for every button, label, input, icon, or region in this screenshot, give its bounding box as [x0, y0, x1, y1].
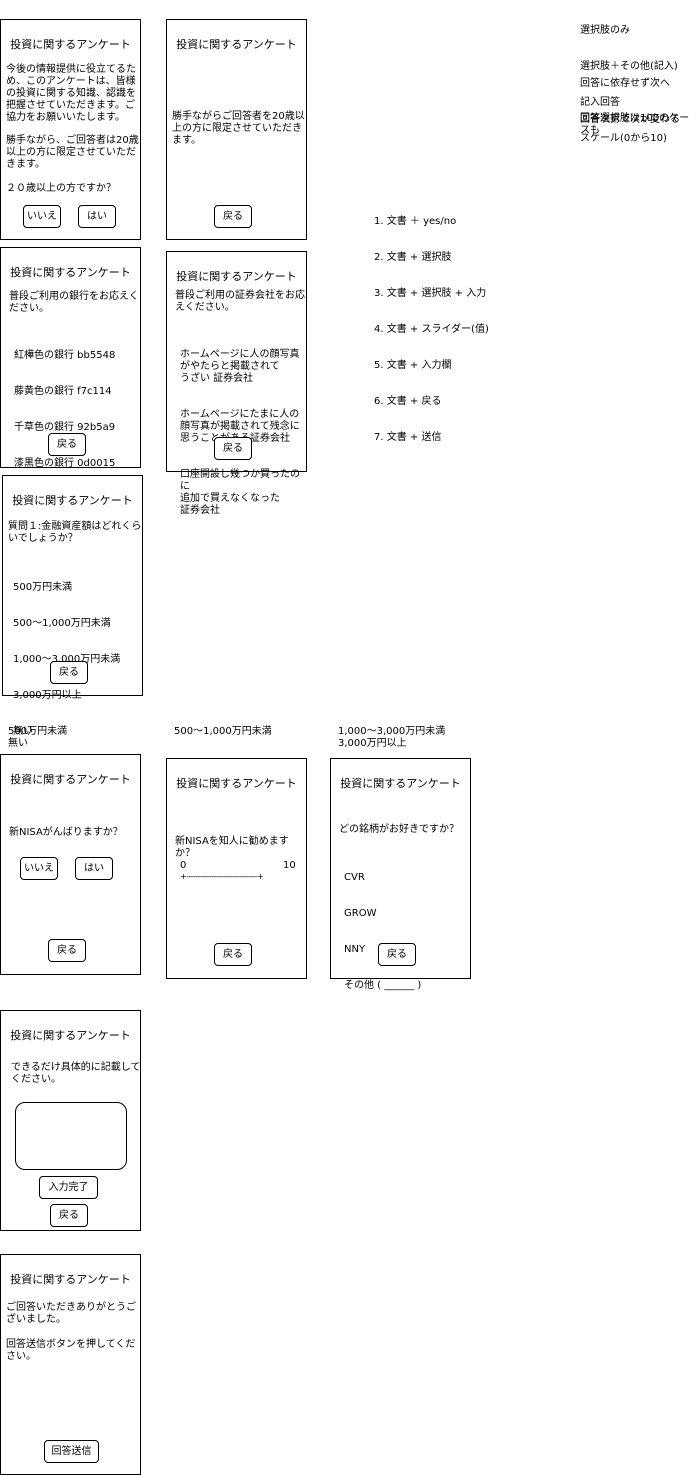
screen-age-check: 投資に関するアンケート 今後の情報提供に役立てるため、このアンケートは、皆様の投…	[0, 19, 141, 240]
pattern-item: 1. 文書 ＋ yes/no	[374, 216, 457, 227]
branch-label-b: 500〜1,000万円未満	[174, 726, 272, 737]
no-button[interactable]: いいえ	[20, 857, 58, 880]
restriction-text: 勝手ながらご回答者を20歳以上の方に限定させていただきます。	[172, 111, 305, 146]
screen-assets-question: 投資に関するアンケート 質問１:金融資産額はどれくらいでしょうか？ 500万円未…	[2, 475, 143, 737]
question-text: どの銘柄がお好きですか？	[339, 824, 459, 835]
legend-note: 回答選択肢は100のケースも	[580, 89, 698, 149]
yes-button[interactable]: はい	[78, 205, 116, 228]
screen-title: 投資に関するアンケート	[10, 1273, 131, 1286]
screen-title: 投資に関するアンケート	[176, 270, 297, 283]
screen-title: 投資に関するアンケート	[10, 38, 131, 51]
screen-stock-select: 投資に関するアンケート どの銘柄がお好きですか？ CVR GROW NNY その…	[330, 758, 471, 991]
option-item-other[interactable]: その他 ( ______ )	[344, 980, 470, 992]
option-item[interactable]: 3,000万円以上	[13, 690, 141, 702]
question-text: 新NISAがんばりますか？	[9, 827, 123, 838]
yes-button[interactable]: はい	[75, 857, 113, 880]
thanks-text: ご回答いただきありがとうございました。	[6, 1302, 136, 1325]
screen-free-text: 投資に関するアンケート できるだけ具体的に記載してください。 入力完了 戻る	[0, 1010, 141, 1231]
screen-age-restricted: 投資に関するアンケート 勝手ながらご回答者を20歳以上の方に限定させていただきま…	[166, 19, 307, 240]
screen-title: 投資に関するアンケート	[10, 266, 131, 279]
legend-item: 回答選択肢は100のケースも	[580, 113, 690, 136]
bank-options: 紅樺色の銀行 bb5548 藤黄色の銀行 f7c114 千草色の銀行 92b5a…	[14, 326, 140, 494]
back-button[interactable]: 戻る	[214, 943, 252, 966]
option-item[interactable]: CVR	[344, 872, 470, 884]
screen-title: 投資に関するアンケート	[10, 1029, 131, 1042]
free-text-input[interactable]	[15, 1102, 127, 1170]
question-text: 質問１:金融資産額はどれくらいでしょうか？	[8, 521, 142, 544]
back-button[interactable]: 戻る	[48, 939, 86, 962]
scale-slider[interactable]: +-------------------------------+	[180, 871, 294, 883]
screen-broker-select: 投資に関するアンケート 普段ご利用の証券会社をお応えください。 ホームページに人…	[166, 251, 307, 516]
back-button[interactable]: 戻る	[48, 433, 86, 456]
option-item[interactable]: 500万円未満	[13, 582, 141, 594]
no-button[interactable]: いいえ	[23, 205, 61, 228]
question-text: 普段ご利用の銀行をお応えください。	[9, 291, 139, 314]
intro-text: 今後の情報提供に役立てるため、このアンケートは、皆様の投資に関する知識、認識を把…	[6, 64, 136, 123]
back-button[interactable]: 戻る	[378, 943, 416, 966]
screen-title: 投資に関するアンケート	[176, 777, 297, 790]
pattern-item: 6. 文書 + 戻る	[374, 396, 442, 407]
screen-bank-select: 投資に関するアンケート 普段ご利用の銀行をお応えください。 紅樺色の銀行 bb5…	[0, 247, 141, 469]
option-item[interactable]: ホームページに人の顔写真 がやたらと掲載されて うざい 証券会社	[180, 349, 308, 385]
branch-label-c: 1,000〜3,000万円未満 3,000万円以上	[338, 726, 446, 749]
stock-options: CVR GROW NNY その他 ( ______ )	[344, 848, 470, 1016]
restriction-text: 勝手ながら、ご回答者は20歳以上の方に限定させていただきます。	[6, 135, 139, 170]
option-item[interactable]: 藤黄色の銀行 f7c114	[14, 386, 140, 398]
question-text: 普段ご利用の証券会社をお応えください。	[175, 290, 305, 313]
option-item[interactable]: 紅樺色の銀行 bb5548	[14, 350, 140, 362]
screen-title: 投資に関するアンケート	[340, 777, 461, 790]
option-item[interactable]: 500〜1,000万円未満	[13, 618, 141, 630]
option-item[interactable]: 漆黒色の銀行 0d0015	[14, 458, 140, 470]
pattern-item: 3. 文書 + 選択肢 + 入力	[374, 288, 487, 299]
back-button[interactable]: 戻る	[214, 437, 252, 460]
screen-title: 投資に関するアンケート	[176, 38, 297, 51]
back-button[interactable]: 戻る	[214, 205, 252, 228]
pattern-item: 7. 文書 + 送信	[374, 432, 442, 443]
pattern-list: 1. 文書 ＋ yes/no 2. 文書 + 選択肢 3. 文書 + 選択肢 +…	[374, 192, 534, 456]
send-answers-button[interactable]: 回答送信	[44, 1440, 99, 1463]
screen-title: 投資に関するアンケート	[12, 494, 133, 507]
legend-item: 選択肢のみ	[580, 25, 630, 36]
pattern-item: 2. 文書 + 選択肢	[374, 252, 452, 263]
branch-label-a: 500万円未満 無い	[8, 726, 68, 749]
pattern-item: 5. 文書 + 入力欄	[374, 360, 452, 371]
option-item[interactable]: GROW	[344, 908, 470, 920]
back-button[interactable]: 戻る	[50, 661, 88, 684]
question-text: ２０歳以上の方ですか？	[6, 183, 116, 194]
screen-title: 投資に関するアンケート	[10, 773, 131, 786]
screen-nisa-effort: 投資に関するアンケート 新NISAがんばりますか？ いいえ はい 戻る	[0, 754, 141, 975]
screen-thank-you: 投資に関するアンケート ご回答いただきありがとうございました。 回答送信ボタンを…	[0, 1254, 141, 1475]
broker-options: ホームページに人の顔写真 がやたらと掲載されて うざい 証券会社 ホームページに…	[180, 325, 308, 541]
back-button[interactable]: 戻る	[50, 1204, 88, 1227]
option-item[interactable]: 口座開設し幾つか買ったのに 追加で買えなくなった 証券会社	[180, 469, 308, 517]
screen-nisa-recommend: 投資に関するアンケート 新NISAを知人に勧めますか？ 0 10 +------…	[166, 758, 307, 979]
question-text: 新NISAを知人に勧めますか？	[175, 836, 289, 859]
submit-input-button[interactable]: 入力完了	[39, 1176, 98, 1199]
pattern-item: 4. 文書 + スライダー(值)	[374, 324, 489, 335]
question-text: できるだけ具体的に記載してください。	[11, 1062, 141, 1085]
instruction-text: 回答送信ボタンを押してください。	[6, 1339, 136, 1362]
